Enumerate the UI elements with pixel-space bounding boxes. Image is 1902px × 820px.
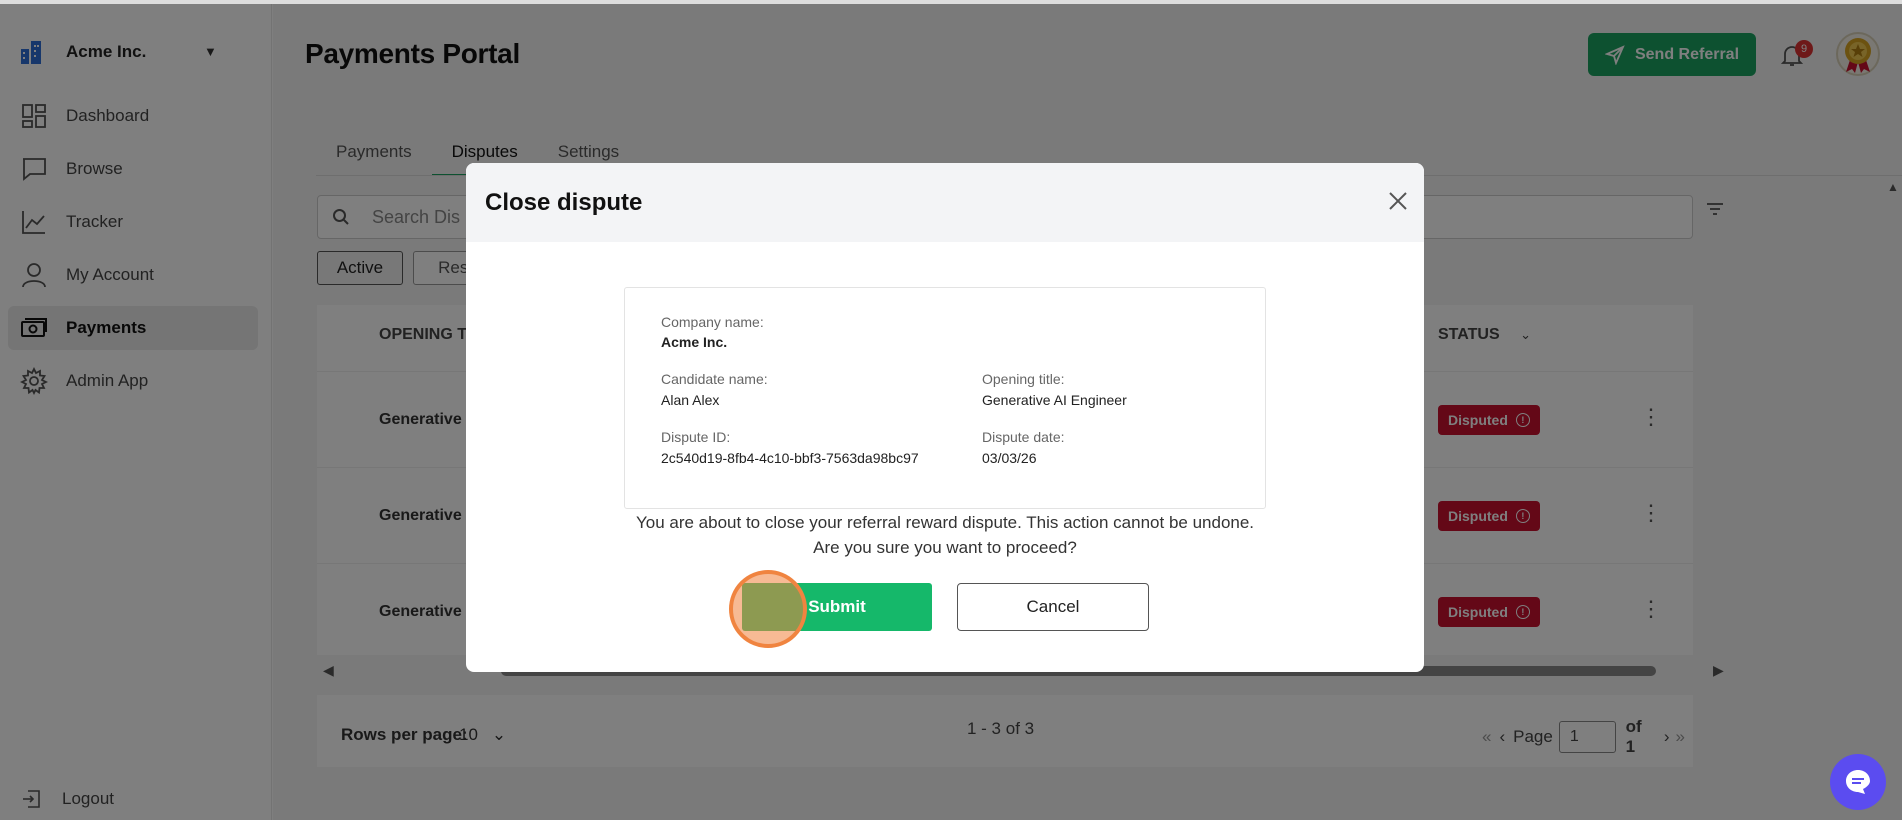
dispute-info-card: Company name: Acme Inc. Candidate name: …	[624, 287, 1266, 509]
dispute-date-label: Dispute date:	[982, 429, 1065, 445]
chat-bubble-icon	[1846, 770, 1870, 794]
close-dispute-dialog: Close dispute Company name: Acme Inc. Ca…	[466, 163, 1424, 672]
dispute-id-label: Dispute ID:	[661, 429, 731, 445]
close-icon[interactable]	[1384, 187, 1412, 215]
company-name-value: Acme Inc.	[661, 334, 728, 350]
dispute-id-value: 2c540d19-8fb4-4c10-bbf3-7563da98bc97	[661, 450, 919, 466]
chat-support-button[interactable]	[1830, 754, 1886, 810]
dialog-header: Close dispute	[466, 163, 1424, 242]
cancel-button[interactable]: Cancel	[957, 583, 1149, 631]
confirmation-line-1: You are about to close your referral rew…	[635, 513, 1255, 532]
click-indicator	[729, 570, 807, 648]
dialog-title: Close dispute	[485, 188, 643, 216]
candidate-name-label: Candidate name:	[661, 371, 768, 387]
candidate-name-value: Alan Alex	[661, 392, 720, 408]
opening-title-value: Generative AI Engineer	[982, 392, 1127, 408]
top-border	[0, 0, 1902, 4]
confirmation-message: You are about to close your referral rew…	[466, 510, 1424, 560]
confirmation-line-2: Are you sure you want to proceed?	[813, 538, 1077, 557]
opening-title-label: Opening title:	[982, 371, 1065, 387]
company-name-label: Company name:	[661, 314, 764, 330]
dispute-date-value: 03/03/26	[982, 450, 1037, 466]
